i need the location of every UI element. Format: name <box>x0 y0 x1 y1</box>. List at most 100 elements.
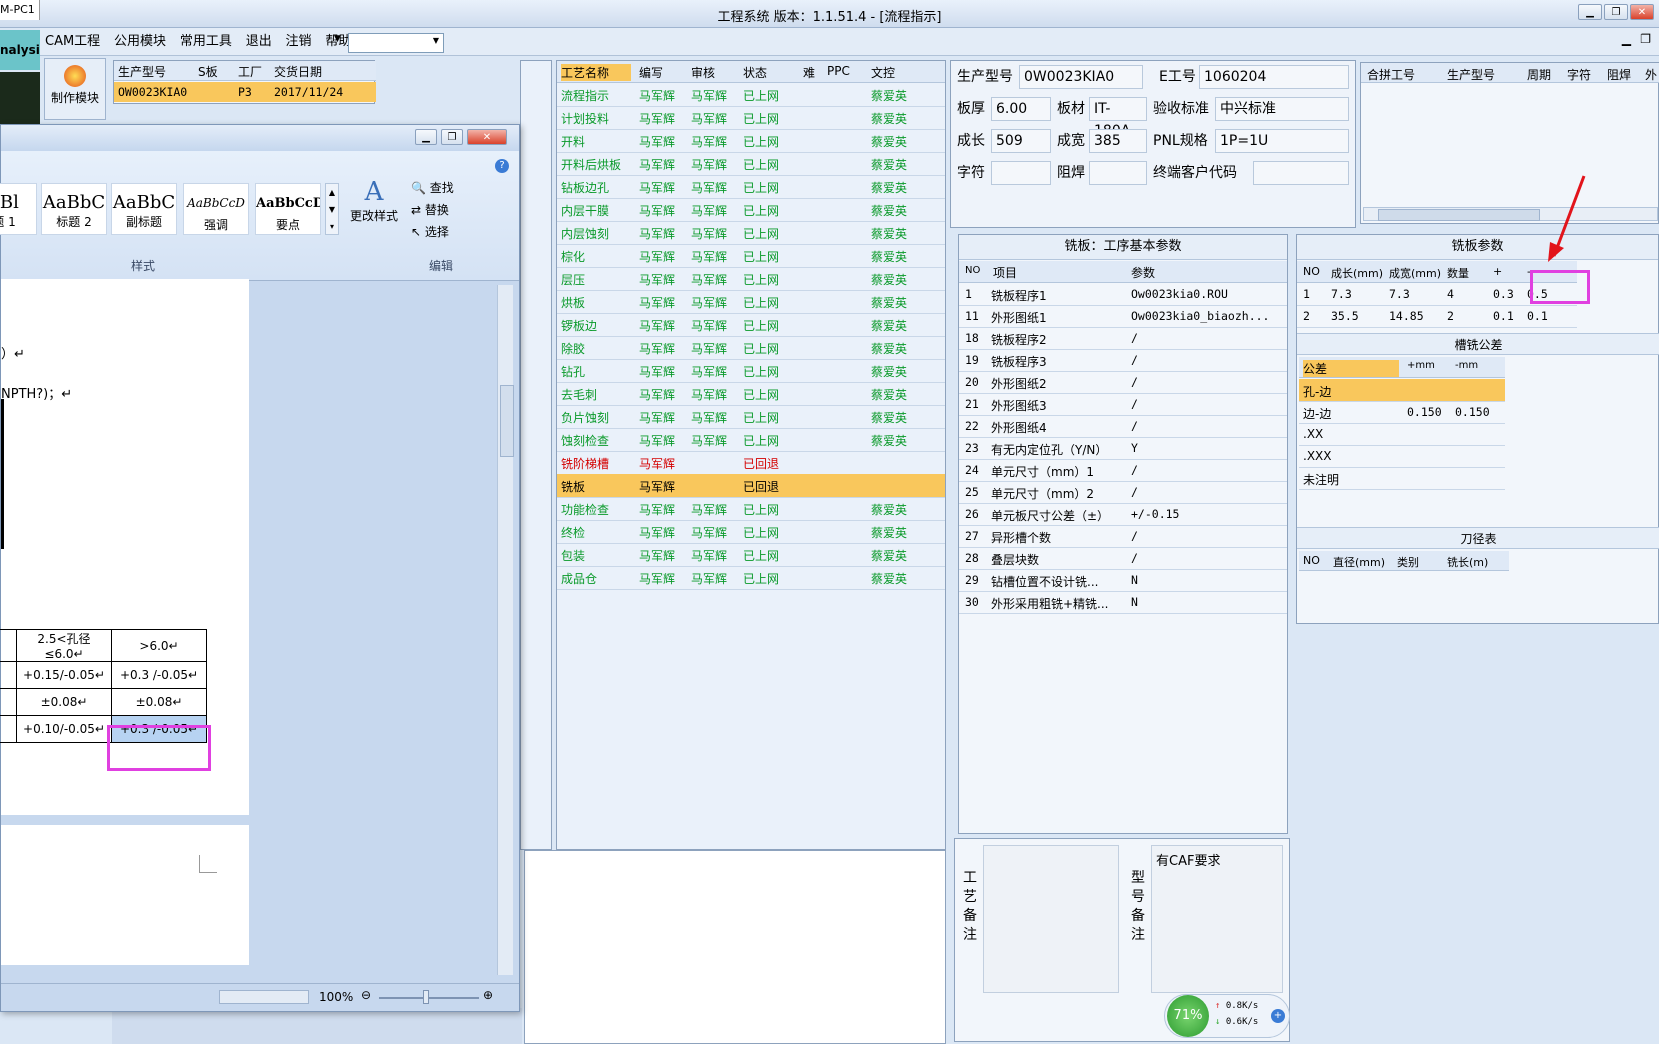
col-header[interactable]: 公差 <box>1303 360 1399 377</box>
param-row[interactable]: 25 单元尺寸（mm）2 / <box>959 481 1287 504</box>
param-row[interactable]: 23 有无内定位孔（Y/N） Y <box>959 437 1287 460</box>
process-row[interactable]: 开料 马军辉 马军辉 已上网 蔡爱英 <box>557 129 945 153</box>
process-row[interactable]: 棕化 马军辉 马军辉 已上网 蔡爱英 <box>557 244 945 268</box>
process-row[interactable]: 负片蚀刻 马军辉 马军辉 已上网 蔡爱英 <box>557 405 945 429</box>
process-row[interactable]: 终检 马军辉 马军辉 已上网 蔡爱英 <box>557 520 945 544</box>
scrollbar-thumb[interactable] <box>500 385 514 457</box>
mill-row[interactable]: 2 35.5 14.85 2 0.1 0.1 <box>1297 305 1577 328</box>
model-remark-textarea[interactable]: 有CAF要求 <box>1151 845 1283 993</box>
param-row[interactable]: 21 外形图纸3 / <box>959 393 1287 416</box>
col-header[interactable]: 外 <box>1645 66 1659 83</box>
mdi-minimize-icon[interactable]: ▁ <box>1622 32 1631 46</box>
slot-tol-row[interactable]: 边-边 0.150 0.150 <box>1299 401 1505 424</box>
process-row[interactable]: 开料后烘板 马军辉 马军辉 已上网 蔡爱英 <box>557 152 945 176</box>
col-header[interactable]: 工艺名称 <box>561 64 631 81</box>
col-header[interactable]: -mm <box>1455 360 1501 371</box>
prod-model-field[interactable]: 0W0023KIA0 <box>1019 65 1143 89</box>
word-minimize-button[interactable]: ▁ <box>415 129 437 145</box>
table-row[interactable]: OW0023KIA0 P3 2017/11/24 <box>114 82 376 102</box>
col-header[interactable]: 编写 <box>639 64 687 81</box>
restore-button[interactable]: ❐ <box>1604 4 1628 20</box>
vertical-scrollbar[interactable] <box>497 285 514 975</box>
minimize-button[interactable]: ▁ <box>1578 4 1602 20</box>
menu-tools[interactable]: 常用工具 <box>175 28 237 56</box>
network-widget[interactable]: 71% ↑ 0.8K/s ↓ 0.6K/s + <box>1164 994 1290 1038</box>
toolbar-combo[interactable]: ▼ <box>348 33 444 53</box>
col-header[interactable]: 铣长(m) <box>1447 554 1507 570</box>
splitter[interactable] <box>520 60 552 850</box>
slot-tol-row[interactable]: 未注明 <box>1299 467 1505 490</box>
style-strong[interactable]: AaBbCcD 要点 <box>255 183 321 235</box>
col-header[interactable]: NO <box>1303 554 1327 567</box>
help-icon[interactable]: ? <box>495 159 509 173</box>
solder-field[interactable] <box>1089 161 1147 185</box>
slot-tol-row[interactable]: 孔-边 <box>1299 379 1505 402</box>
process-row[interactable]: 内层干膜 马军辉 马军辉 已上网 蔡爱英 <box>557 198 945 222</box>
col-header[interactable]: 状态 <box>743 64 799 81</box>
menu-cam[interactable]: CAM工程 <box>40 28 105 56</box>
col-header[interactable]: 生产型号 <box>1447 66 1517 83</box>
process-row[interactable]: 内层蚀刻 马军辉 马军辉 已上网 蔡爱英 <box>557 221 945 245</box>
menu-exit[interactable]: 退出 <box>241 28 277 56</box>
param-row[interactable]: 28 叠层块数 / <box>959 547 1287 570</box>
process-row[interactable]: 钻板边孔 马军辉 马军辉 已上网 蔡爱英 <box>557 175 945 199</box>
process-row[interactable]: 钻孔 马军辉 马军辉 已上网 蔡爱英 <box>557 359 945 383</box>
slot-tol-row[interactable]: .XX <box>1299 423 1505 446</box>
replace-button[interactable]: ⇄ 替换 <box>411 201 449 218</box>
param-row[interactable]: 27 异形槽个数 / <box>959 525 1287 548</box>
select-button[interactable]: ↖ 选择 <box>411 223 449 240</box>
pnl-field[interactable]: 1P=1U <box>1215 129 1349 153</box>
close-button[interactable]: ✕ <box>1630 4 1654 20</box>
zoom-level[interactable]: 100% <box>319 990 353 1004</box>
analysis-app-tile[interactable]: nalysi <box>0 30 40 70</box>
col-header[interactable]: PPC <box>827 64 863 78</box>
process-remark-textarea[interactable] <box>983 845 1119 993</box>
end-customer-field[interactable] <box>1253 161 1349 185</box>
style-scroll[interactable]: ▲ ▼ ▾ <box>325 183 339 235</box>
col-header[interactable]: 合拼工号 <box>1367 66 1437 83</box>
zoom-slider[interactable] <box>379 997 479 999</box>
word-restore-button[interactable]: ❐ <box>441 129 463 145</box>
change-styles-button[interactable]: A 更改样式 <box>345 177 403 247</box>
param-row[interactable]: 22 外形图纸4 / <box>959 415 1287 438</box>
process-row[interactable]: 锣板边 马军辉 马军辉 已上网 蔡爱英 <box>557 313 945 337</box>
col-header[interactable]: + <box>1493 265 1519 278</box>
col-header[interactable]: 交货日期 <box>274 63 370 80</box>
col-header[interactable]: 审核 <box>691 64 739 81</box>
col-header[interactable]: 数量 <box>1447 265 1487 281</box>
col-header[interactable]: 项目 <box>993 264 1113 281</box>
col-header[interactable]: NO <box>965 265 989 276</box>
param-row[interactable]: 24 单元尺寸（mm）1 / <box>959 459 1287 482</box>
col-header[interactable]: 成长(mm) <box>1331 265 1383 281</box>
document-page[interactable] <box>1 825 249 965</box>
process-row[interactable]: 包装 马军辉 马军辉 已上网 蔡爱英 <box>557 543 945 567</box>
style-subtitle[interactable]: AaBbC 副标题 <box>111 183 177 235</box>
col-header[interactable]: 类别 <box>1397 554 1437 570</box>
param-row[interactable]: 1 铣板程序1 Ow0023kia0.ROU <box>959 283 1287 306</box>
col-header[interactable]: 周期 <box>1527 66 1561 83</box>
document-page[interactable]: ）↵ NPTH?)；↵ 2.5<孔径≤6.0↵ >6.0↵ +0.15/-0.05… <box>0 279 249 815</box>
zoom-slider-thumb[interactable] <box>423 990 429 1004</box>
process-row[interactable]: 计划投料 马军辉 马军辉 已上网 蔡爱英 <box>557 106 945 130</box>
col-header[interactable]: S板 <box>198 63 232 80</box>
col-header[interactable]: 直径(mm) <box>1333 554 1389 570</box>
word-close-button[interactable]: ✕ <box>467 129 507 145</box>
zoom-out-icon[interactable]: ⊖ <box>361 988 371 1002</box>
process-row[interactable]: 层压 马军辉 马军辉 已上网 蔡爱英 <box>557 267 945 291</box>
col-header[interactable]: NO <box>1303 265 1327 278</box>
thickness-field[interactable]: 6.00 <box>991 97 1051 121</box>
taskbar-tab[interactable]: M-PC1 <box>0 0 40 20</box>
col-header[interactable]: 工厂 <box>238 63 268 80</box>
col-header[interactable]: 文控 <box>871 64 941 81</box>
col-header[interactable]: 阻焊 <box>1607 66 1641 83</box>
material-field[interactable]: IT-180A <box>1089 97 1147 139</box>
col-header[interactable]: +mm <box>1407 360 1453 371</box>
process-row[interactable]: 蚀刻检查 马军辉 马军辉 已上网 蔡爱英 <box>557 428 945 452</box>
process-row[interactable]: 铣阶梯槽 马军辉 已回退 <box>557 451 945 475</box>
col-header[interactable]: 生产型号 <box>118 63 194 80</box>
param-row[interactable]: 30 外形采用粗铣+精铣... N <box>959 591 1287 614</box>
zoom-in-icon[interactable]: ⊕ <box>483 988 493 1002</box>
chevron-down-icon[interactable]: ▼ <box>334 34 341 44</box>
process-row[interactable]: 成品仓 马军辉 马军辉 已上网 蔡爱英 <box>557 566 945 590</box>
slot-tol-row[interactable]: .XXX <box>1299 445 1505 468</box>
